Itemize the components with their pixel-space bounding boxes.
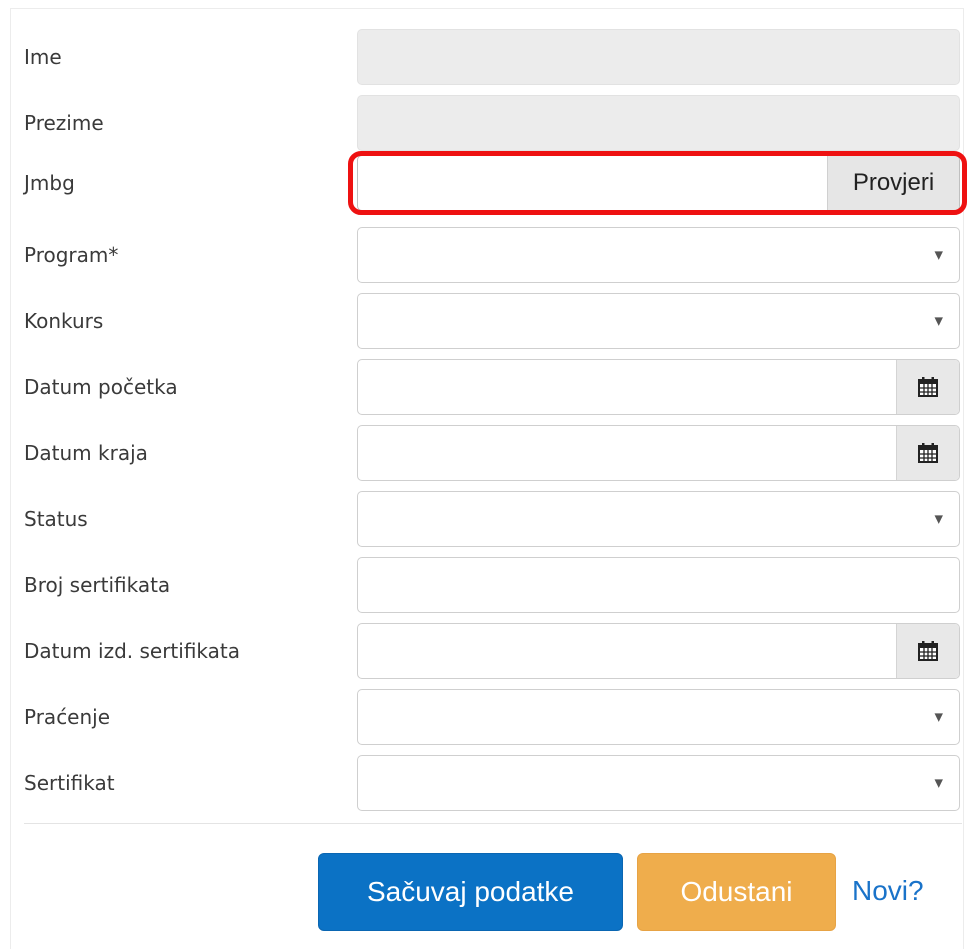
konkurs-label: Konkurs (24, 309, 104, 333)
program-select[interactable]: ▼ (357, 227, 960, 283)
field-row-datum-izd-sertifikata: Datum izd. sertifikata (0, 622, 970, 680)
new-link[interactable]: Novi? (852, 853, 924, 929)
pracenje-select[interactable]: ▼ (357, 689, 960, 745)
jmbg-input[interactable] (358, 156, 828, 210)
prezime-field (357, 95, 960, 151)
datum-pocetka-input-group (357, 359, 960, 415)
calendar-icon (918, 377, 938, 397)
ime-label: Ime (24, 45, 62, 69)
field-row-sertifikat: Sertifikat ▼ (0, 754, 970, 812)
field-row-ime: Ime (0, 28, 970, 86)
field-row-datum-pocetka: Datum početka (0, 358, 970, 416)
calendar-icon (918, 641, 938, 661)
field-row-prezime: Prezime (0, 94, 970, 152)
broj-sertifikata-input-group (357, 557, 960, 613)
datum-izd-sertifikata-label: Datum izd. sertifikata (24, 639, 241, 663)
cancel-button[interactable]: Odustani (637, 853, 836, 931)
datum-pocetka-calendar-button[interactable] (896, 360, 959, 414)
field-row-konkurs: Konkurs ▼ (0, 292, 970, 350)
field-row-broj-sertifikata: Broj sertifikata (0, 556, 970, 614)
field-row-pracenje: Praćenje ▼ (0, 688, 970, 746)
broj-sertifikata-label: Broj sertifikata (24, 573, 171, 597)
provjeri-button[interactable]: Provjeri (827, 156, 959, 210)
datum-izd-sertifikata-calendar-button[interactable] (896, 624, 959, 678)
status-select[interactable]: ▼ (357, 491, 960, 547)
chevron-down-icon: ▼ (934, 512, 943, 526)
field-row-program: Program* ▼ (0, 226, 970, 284)
field-row-status: Status ▼ (0, 490, 970, 548)
pracenje-label: Praćenje (24, 705, 111, 729)
ime-field (357, 29, 960, 85)
sertifikat-label: Sertifikat (24, 771, 115, 795)
datum-kraja-input-group (357, 425, 960, 481)
datum-pocetka-input[interactable] (358, 360, 897, 414)
jmbg-input-group: Provjeri (357, 155, 960, 211)
field-row-jmbg: Jmbg Provjeri (0, 154, 970, 212)
jmbg-label: Jmbg (24, 171, 75, 195)
chevron-down-icon: ▼ (934, 248, 943, 262)
chevron-down-icon: ▼ (934, 776, 943, 790)
field-row-datum-kraja: Datum kraja (0, 424, 970, 482)
datum-pocetka-label: Datum početka (24, 375, 178, 399)
datum-kraja-input[interactable] (358, 426, 897, 480)
datum-izd-sertifikata-input-group (357, 623, 960, 679)
calendar-icon (918, 443, 938, 463)
datum-kraja-label: Datum kraja (24, 441, 148, 465)
chevron-down-icon: ▼ (934, 710, 943, 724)
chevron-down-icon: ▼ (934, 314, 943, 328)
konkurs-select[interactable]: ▼ (357, 293, 960, 349)
datum-kraja-calendar-button[interactable] (896, 426, 959, 480)
datum-izd-sertifikata-input[interactable] (358, 624, 897, 678)
sertifikat-select[interactable]: ▼ (357, 755, 960, 811)
save-button[interactable]: Sačuvaj podatke (318, 853, 623, 931)
broj-sertifikata-input[interactable] (358, 558, 959, 612)
status-label: Status (24, 507, 88, 531)
program-label: Program* (24, 243, 119, 267)
form-divider (24, 823, 962, 824)
prezime-label: Prezime (24, 111, 104, 135)
